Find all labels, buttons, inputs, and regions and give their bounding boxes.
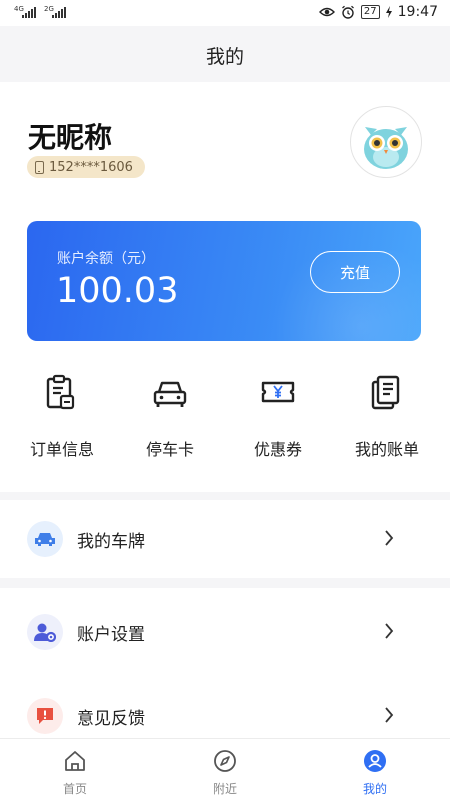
balance-card: 账户余额（元） 100.03 充值	[27, 221, 421, 341]
nav-tab-label: 附近	[212, 782, 237, 796]
nav-tab-label: 首页	[62, 782, 87, 796]
owl-avatar-icon	[364, 127, 408, 169]
bill-icon	[371, 375, 400, 410]
compass-icon	[214, 750, 236, 772]
quick-action-bills[interactable]: 我的账单	[337, 374, 437, 459]
phone-number: 152****1606	[49, 159, 133, 175]
charging-icon	[385, 6, 392, 18]
list-item-account-settings[interactable]: 账户设置	[0, 604, 450, 660]
page-title: 我的	[205, 46, 244, 68]
phone-badge: 152****1606	[27, 156, 145, 178]
recharge-button[interactable]: 充值	[310, 251, 400, 293]
chevron-right-icon	[385, 623, 394, 639]
car-icon	[35, 533, 55, 546]
quick-action-label: 订单信息	[29, 440, 94, 459]
row-icon-container	[27, 521, 63, 557]
home-icon	[65, 751, 85, 771]
signal-icon-2	[52, 6, 66, 18]
list-item-label: 我的车牌	[77, 532, 145, 552]
avatar[interactable]	[350, 106, 422, 178]
battery-indicator: 27	[360, 5, 380, 19]
nav-tab-home[interactable]: 首页	[0, 739, 150, 801]
top-bar: 我的	[0, 26, 450, 82]
alarm-icon	[341, 5, 354, 19]
quick-action-label: 停车卡	[145, 440, 194, 459]
quick-action-parking-card[interactable]: 停车卡	[120, 374, 220, 459]
signal-icon	[22, 6, 36, 18]
phone-icon	[35, 160, 44, 174]
row-icon-container	[27, 614, 63, 650]
row-icon-container	[27, 698, 63, 734]
nav-tab-mine[interactable]: 我的	[300, 739, 450, 801]
car-icon	[153, 381, 187, 407]
list-item-label: 账户设置	[77, 625, 145, 645]
quick-action-label: 我的账单	[354, 440, 419, 459]
clock: 19:47	[397, 4, 438, 20]
nav-tab-label: 我的	[362, 782, 387, 796]
quick-action-orders[interactable]: 订单信息	[12, 374, 112, 459]
balance-label: 账户余额（元）	[57, 251, 155, 267]
eye-icon	[318, 7, 335, 17]
list-item-feedback[interactable]: 意见反馈	[0, 688, 450, 744]
status-bar: 4G 2G 27 19:47	[0, 0, 450, 26]
nickname[interactable]: 无昵称	[28, 116, 112, 156]
quick-action-label: 优惠券	[253, 440, 302, 459]
user-settings-icon	[34, 623, 56, 642]
settings-section: 账户设置 意见反馈	[0, 588, 450, 738]
bottom-nav: 首页 附近 我的	[0, 738, 450, 801]
nav-tab-nearby[interactable]: 附近	[150, 739, 300, 801]
feedback-icon	[37, 708, 53, 724]
quick-action-coupons[interactable]: 优惠券	[228, 374, 328, 459]
balance-value: 100.03	[56, 271, 179, 311]
coupon-icon	[261, 381, 295, 403]
user-icon	[364, 750, 386, 772]
plate-section: 我的车牌	[0, 500, 450, 578]
list-item-label: 意见反馈	[77, 709, 145, 729]
chevron-right-icon	[385, 530, 394, 546]
list-item-my-plates[interactable]: 我的车牌	[0, 511, 450, 567]
chevron-right-icon	[385, 707, 394, 723]
profile-section: 无昵称 152****1606 账户余额（元） 100.03 充值 订单信息 停…	[0, 82, 450, 492]
order-icon	[46, 374, 75, 410]
